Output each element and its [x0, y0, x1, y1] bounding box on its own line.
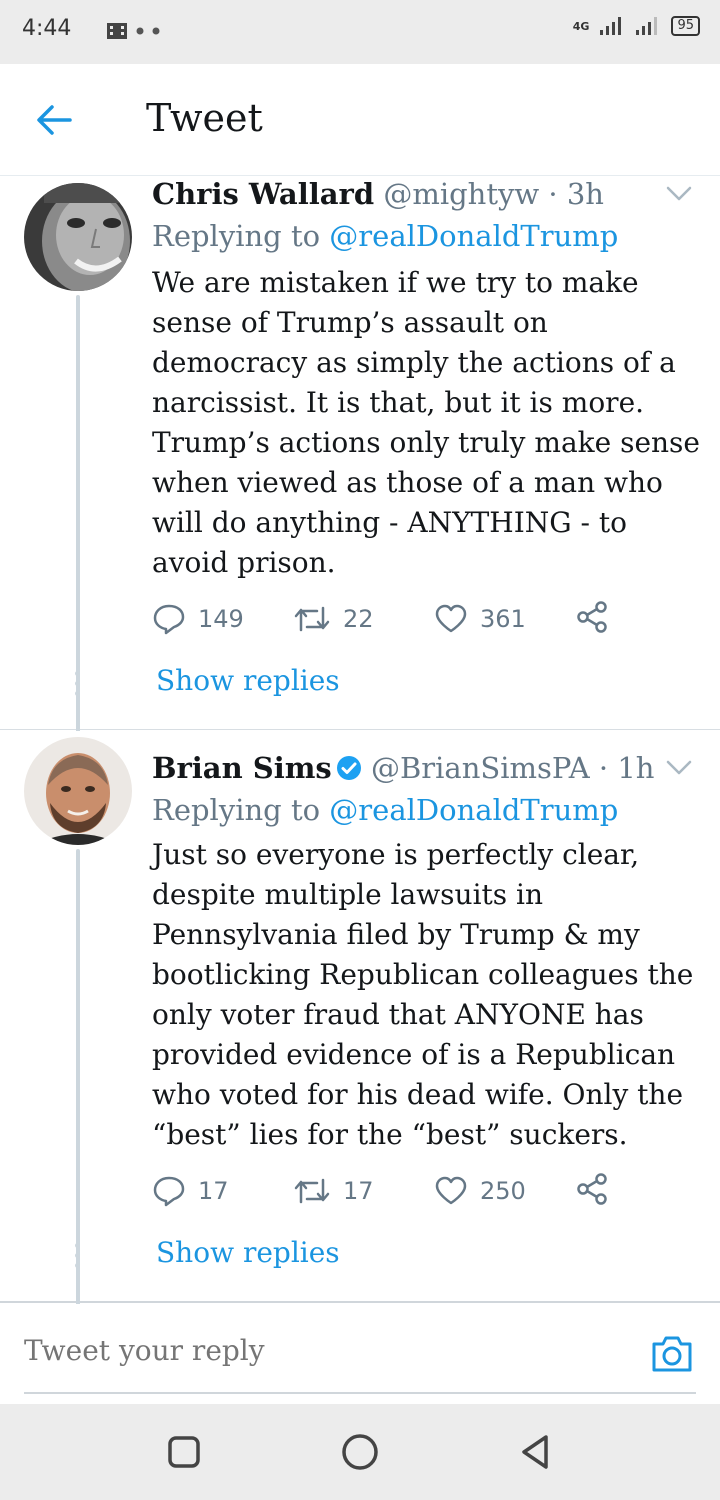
status-time: 4:44 — [22, 16, 72, 41]
battery-indicator: 95 — [671, 16, 700, 36]
replying-to-label: Replying to — [152, 793, 321, 827]
mention-link[interactable]: @realDonaldTrump — [329, 219, 618, 253]
back-triangle-icon[interactable] — [516, 1432, 556, 1472]
page-title: Tweet — [146, 96, 263, 140]
reply-button[interactable]: 149 — [152, 603, 293, 635]
like-button[interactable]: 250 — [434, 1176, 575, 1206]
show-replies-link[interactable]: Show replies — [156, 1236, 340, 1269]
media-notification-icon — [107, 23, 127, 39]
tweet-actions: 17 17 250 — [152, 1173, 615, 1209]
thread-dots — [75, 671, 81, 696]
home-circle-icon[interactable] — [340, 1432, 380, 1472]
author-name[interactable]: Chris Wallard — [152, 177, 374, 211]
reply-input[interactable] — [24, 1334, 624, 1367]
reply-icon — [153, 1176, 185, 1207]
share-icon — [577, 601, 607, 633]
status-bar: 4:44 4G 95 — [0, 0, 720, 64]
tweet-header: Brian Sims @BrianSimsPA · 1h — [152, 751, 660, 791]
avatar[interactable] — [24, 737, 132, 845]
retweet-count: 17 — [343, 1177, 374, 1205]
recents-square-icon[interactable] — [164, 1432, 204, 1472]
thread-dots — [75, 1243, 81, 1268]
retweet-button[interactable]: 17 — [293, 1176, 434, 1206]
retweet-button[interactable]: 22 — [293, 604, 434, 634]
retweet-count: 22 — [343, 605, 374, 633]
tweet-actions: 149 22 361 — [152, 601, 615, 637]
reply-input-underline — [24, 1392, 696, 1394]
retweet-icon — [294, 1178, 330, 1204]
signal-icon — [600, 17, 622, 35]
show-replies-link[interactable]: Show replies — [156, 664, 340, 697]
verified-badge-icon — [336, 756, 361, 780]
reply-count: 149 — [198, 605, 244, 633]
tweet-header: Chris Wallard @mightyw · 3h — [152, 177, 660, 217]
chevron-down-icon[interactable] — [664, 181, 694, 205]
share-button[interactable] — [575, 1173, 615, 1209]
like-button[interactable]: 361 — [434, 604, 575, 634]
heart-icon — [435, 1176, 467, 1205]
dot-icon — [152, 27, 160, 35]
dot-icon — [136, 27, 144, 35]
signal-icon-2 — [636, 17, 658, 35]
replying-to: Replying to @realDonaldTrump — [152, 219, 618, 253]
author-handle[interactable]: @BrianSimsPA — [371, 751, 590, 785]
tweet-text: We are mistaken if we try to make sense … — [152, 266, 700, 579]
network-type: 4G — [572, 19, 590, 33]
like-count: 250 — [480, 1177, 526, 1205]
like-count: 361 — [480, 605, 526, 633]
app-header: Tweet — [0, 64, 720, 176]
replying-to: Replying to @realDonaldTrump — [152, 793, 618, 827]
tweet-time: 3h — [566, 177, 604, 211]
avatar-image — [24, 737, 132, 845]
share-icon — [577, 1173, 607, 1205]
mention-link[interactable]: @realDonaldTrump — [329, 793, 618, 827]
tweet-text: Just so everyone is perfectly clear, des… — [152, 838, 694, 1151]
back-arrow-icon[interactable] — [34, 102, 74, 138]
retweet-icon — [294, 606, 330, 632]
tweet-card[interactable]: Brian Sims @BrianSimsPA · 1h Replying to… — [0, 731, 720, 1414]
separator: · — [598, 751, 609, 785]
reply-icon — [153, 604, 185, 635]
avatar-image — [24, 183, 132, 291]
separator: · — [548, 177, 558, 211]
share-button[interactable] — [575, 601, 615, 637]
reply-count: 17 — [198, 1177, 229, 1205]
author-name[interactable]: Brian Sims — [152, 751, 332, 785]
system-nav-bar — [0, 1404, 720, 1500]
chevron-down-icon[interactable] — [664, 755, 694, 779]
tweet-card[interactable]: Chris Wallard @mightyw · 3h Replying to … — [0, 177, 720, 840]
tweet-time: 1h — [617, 751, 655, 785]
status-icons: 4G 95 — [573, 16, 700, 36]
author-handle[interactable]: @mightyw — [383, 177, 539, 211]
reply-composer — [0, 1304, 720, 1404]
avatar[interactable] — [24, 183, 132, 291]
heart-icon — [435, 604, 467, 633]
replying-to-label: Replying to — [152, 219, 321, 253]
notification-icons — [106, 22, 160, 40]
camera-icon[interactable] — [650, 1332, 694, 1374]
reply-button[interactable]: 17 — [152, 1175, 293, 1207]
